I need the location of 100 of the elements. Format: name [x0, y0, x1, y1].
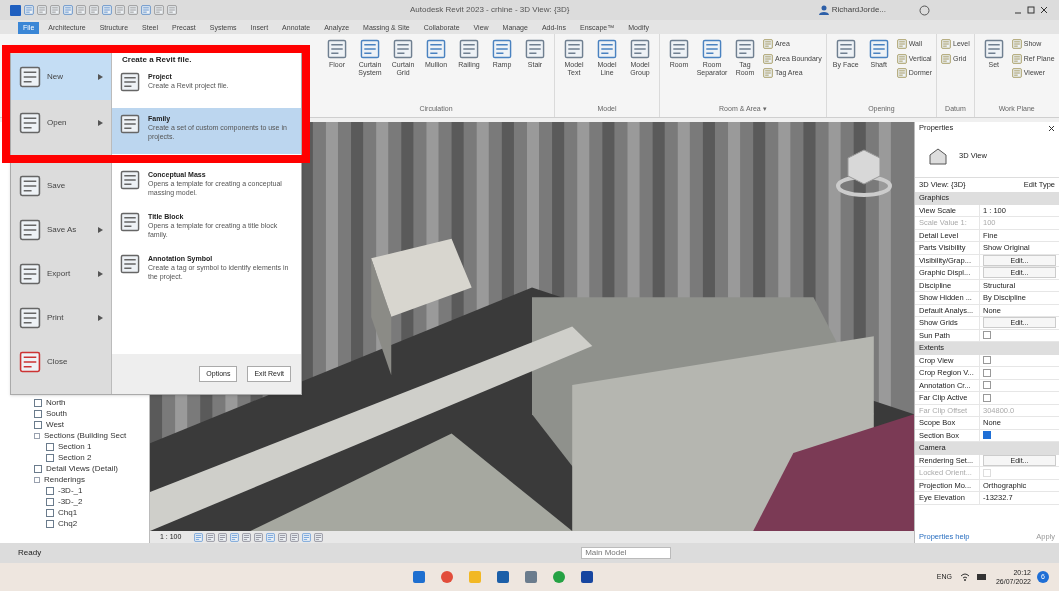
menu-command[interactable]: Export: [11, 252, 111, 296]
maximize-icon[interactable]: [1026, 5, 1036, 15]
menu-command[interactable]: Print: [11, 296, 111, 340]
view-control-icon: [194, 532, 204, 542]
view-control-icon: [266, 532, 276, 542]
tool-icon: [120, 170, 140, 190]
checkbox[interactable]: [983, 431, 991, 440]
taskbar-app-icon[interactable]: [579, 569, 596, 585]
toolbar-icon: [50, 5, 60, 15]
toolbar-icon: [141, 5, 151, 15]
browser-item[interactable]: Chq1: [58, 506, 78, 519]
tool-icon: [564, 39, 584, 59]
tool-icon: [896, 68, 907, 79]
tool-icon: [941, 39, 952, 50]
app-logo-icon[interactable]: [10, 4, 21, 16]
tool-icon: [19, 307, 41, 329]
taskbar-app-icon[interactable]: [523, 569, 540, 585]
view-control-icon: [254, 532, 264, 542]
checkbox[interactable]: [983, 356, 991, 365]
expander-icon[interactable]: [34, 432, 40, 439]
browser-item[interactable]: Section 1: [58, 440, 92, 453]
tool-icon: [1011, 39, 1022, 50]
menu-command[interactable]: Close: [11, 340, 111, 384]
tool-icon: [459, 39, 479, 59]
tool-icon: [597, 39, 617, 59]
toolbar-icon: [24, 5, 34, 15]
tool-icon: [120, 212, 140, 232]
tool-icon: [120, 72, 140, 92]
menu-heading: Create a Revit file.: [121, 54, 193, 66]
toolbar-icon: [154, 5, 164, 15]
tool-icon: [19, 263, 41, 285]
user-icon: [818, 5, 829, 15]
checkbox[interactable]: [983, 331, 991, 340]
tool-icon: [763, 68, 773, 79]
close-icon[interactable]: [1039, 5, 1049, 15]
browser-item[interactable]: Sections (Building Sect: [44, 429, 127, 442]
tool-icon: [735, 39, 755, 59]
tool-icon: [19, 219, 41, 241]
view-control-icon: [218, 532, 228, 542]
model-selector[interactable]: Main Model: [581, 547, 672, 559]
tool-icon: [896, 39, 907, 50]
menu-command[interactable]: Open: [11, 100, 111, 146]
tool-icon: [120, 254, 140, 274]
toolbar-icon: [128, 5, 138, 15]
help-icon[interactable]: [919, 4, 930, 16]
tool-icon: [492, 39, 512, 59]
window-title: Autodesk Revit 2023 - crhine - 3D View: {3D}: [410, 4, 570, 16]
tool-icon: [763, 39, 773, 50]
toolbar-icon: [102, 5, 112, 15]
tool-icon: [393, 39, 413, 59]
checkbox[interactable]: [983, 381, 991, 390]
view-control-icon: [242, 532, 252, 542]
tool-icon: [426, 39, 446, 59]
wifi-icon[interactable]: [959, 572, 970, 582]
browser-item[interactable]: Section 2: [58, 451, 92, 464]
browser-item[interactable]: Renderings: [44, 473, 85, 486]
browser-item[interactable]: West: [46, 418, 65, 431]
view-control-icon: [230, 532, 240, 542]
browser-item[interactable]: -3D-_2: [58, 495, 83, 508]
view-control-icon: [314, 532, 324, 542]
tool-icon: [327, 39, 347, 59]
view-control-icon: [278, 532, 288, 542]
tool-icon: [1011, 53, 1022, 64]
browser-item[interactable]: Chq2: [58, 517, 78, 530]
tool-icon: [360, 39, 380, 59]
taskbar-app-icon[interactable]: [495, 569, 512, 585]
tool-icon: [19, 175, 41, 197]
checkbox[interactable]: [983, 393, 991, 402]
tool-icon: [763, 53, 773, 64]
menu-command[interactable]: Save: [11, 164, 111, 208]
taskbar-app-icon[interactable]: [411, 569, 428, 585]
tool-icon: [19, 66, 41, 88]
toolbar-icon: [167, 5, 177, 15]
tool-icon: [669, 39, 689, 59]
taskbar-app-icon[interactable]: [439, 569, 456, 585]
browser-item[interactable]: -3D-_1: [58, 484, 83, 497]
tool-icon: [702, 39, 722, 59]
view-control-icon: [290, 532, 300, 542]
browser-item[interactable]: North: [46, 396, 66, 409]
checkbox[interactable]: [983, 368, 991, 377]
browser-item[interactable]: South: [46, 407, 67, 420]
battery-icon[interactable]: [975, 572, 988, 582]
menu-command[interactable]: New: [11, 54, 111, 100]
tool-icon: [835, 39, 856, 59]
tool-icon: [896, 53, 907, 64]
menu-command[interactable]: Save As: [11, 208, 111, 252]
close-icon[interactable]: [1048, 124, 1055, 132]
view-control-icon: [206, 532, 216, 542]
user-name[interactable]: RichardJorde...: [831, 4, 886, 16]
toolbar-icon: [63, 5, 73, 15]
tool-icon: [868, 39, 889, 59]
browser-item[interactable]: Detail Views (Detail): [46, 462, 118, 475]
tool-icon: [1011, 68, 1022, 79]
toolbar-icon: [115, 5, 125, 15]
expander-icon[interactable]: [34, 476, 40, 483]
tool-icon: [19, 112, 41, 134]
tool-icon: [630, 39, 650, 59]
view-control-icon: [302, 532, 312, 542]
tool-icon: [525, 39, 545, 59]
toolbar-icon: [76, 5, 86, 15]
